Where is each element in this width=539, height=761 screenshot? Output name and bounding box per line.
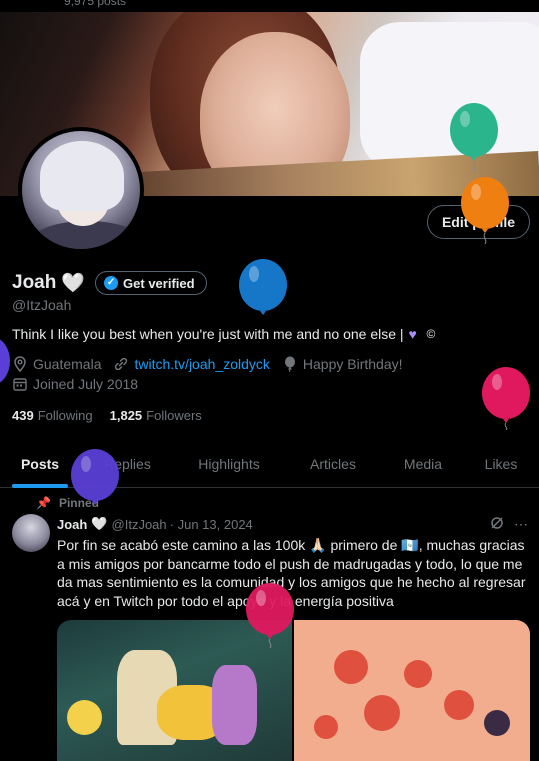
calendar-icon: [12, 376, 28, 392]
orange-balloon-icon: [461, 177, 509, 244]
tweet-header: Joah 🤍 @ItzJoah · Jun 13, 2024: [57, 516, 253, 532]
profile-bio: Think I like you best when you're just w…: [12, 326, 435, 342]
location-pin-icon: [12, 356, 28, 372]
media-2-sprite: [484, 710, 510, 736]
more-options-icon[interactable]: ⋯: [514, 516, 528, 533]
followers-count[interactable]: 1,825: [110, 408, 143, 423]
tweet-date[interactable]: · Jun 13, 2024: [170, 517, 253, 532]
tweet-author-handle[interactable]: @ItzJoah: [112, 517, 167, 532]
tab-posts[interactable]: Posts: [0, 440, 80, 488]
profile-birthday: Happy Birthday!: [302, 356, 403, 372]
profile-location: Guatemala: [33, 356, 102, 372]
pin-icon: 📌: [36, 496, 51, 510]
verified-badge-icon: ✓: [104, 276, 119, 290]
tab-media[interactable]: Media: [383, 440, 463, 488]
media-2-sprite: [364, 695, 400, 731]
grok-icon[interactable]: [490, 516, 504, 533]
profile-joined: Joined July 2018: [33, 376, 139, 392]
followers-label[interactable]: Followers: [146, 408, 202, 423]
balloon-icon: [282, 356, 298, 372]
media-1-character: [212, 665, 257, 745]
profile-website-link[interactable]: twitch.tv/joah_zoldyck: [134, 356, 269, 372]
top-bar: 9,975 posts: [0, 0, 539, 12]
avatar-shirt: [32, 221, 140, 249]
tweet-text-line: Por fin se acabó este camino a las 100k …: [57, 537, 525, 553]
white-heart-icon: 🤍: [61, 273, 86, 294]
tweet-avatar[interactable]: [12, 514, 50, 552]
profile-name: Joah: [12, 272, 57, 293]
pink-balloon-icon: [246, 583, 294, 648]
profile-handle: @ItzJoah: [12, 297, 72, 313]
tweet-actions-top: ⋯: [490, 516, 528, 533]
purple-balloon-icon: [0, 339, 10, 383]
tweet-media-image-2[interactable]: [294, 620, 530, 761]
bio-text: Think I like you best when you're just w…: [12, 326, 404, 342]
active-tab-indicator: [12, 484, 68, 488]
media-2-sprite: [444, 690, 474, 720]
follow-stats: 439 Following 1,825 Followers: [12, 408, 219, 423]
profile-meta-row-2: Joined July 2018: [12, 376, 138, 392]
media-2-sprite: [314, 715, 338, 739]
following-count[interactable]: 439: [12, 408, 34, 423]
post-count: 9,975 posts: [64, 0, 127, 8]
tweet-author-name[interactable]: Joah: [57, 517, 87, 532]
tweet-heart-icon: 🤍: [91, 516, 108, 531]
media-1-character: [67, 700, 102, 735]
copyright-icon: ©: [426, 327, 436, 341]
tweet-text-line: a mis amigos por bancarme todo el push d…: [57, 555, 523, 572]
tab-highlights[interactable]: Highlights: [175, 440, 283, 488]
purple-balloon-icon: [71, 449, 119, 505]
profile-avatar[interactable]: [18, 127, 144, 253]
media-2-sprite: [334, 650, 368, 684]
avatar-hair: [40, 141, 124, 211]
media-2-sprite: [404, 660, 432, 688]
tab-likes[interactable]: Likes: [463, 440, 539, 488]
tab-articles[interactable]: Articles: [283, 440, 383, 488]
green-balloon-icon: [450, 103, 498, 172]
purple-heart-icon: ♥: [408, 326, 417, 342]
link-icon: [113, 356, 129, 372]
following-label[interactable]: Following: [38, 408, 93, 423]
pink-balloon-icon: [482, 367, 530, 430]
get-verified-label: Get verified: [123, 275, 195, 291]
blue-balloon-icon: [239, 259, 287, 315]
profile-name-row: Joah 🤍 ✓ Get verified: [12, 271, 207, 295]
profile-meta-row-1: Guatemala twitch.tv/joah_zoldyck Happy B…: [12, 356, 403, 372]
get-verified-button[interactable]: ✓ Get verified: [95, 271, 207, 295]
